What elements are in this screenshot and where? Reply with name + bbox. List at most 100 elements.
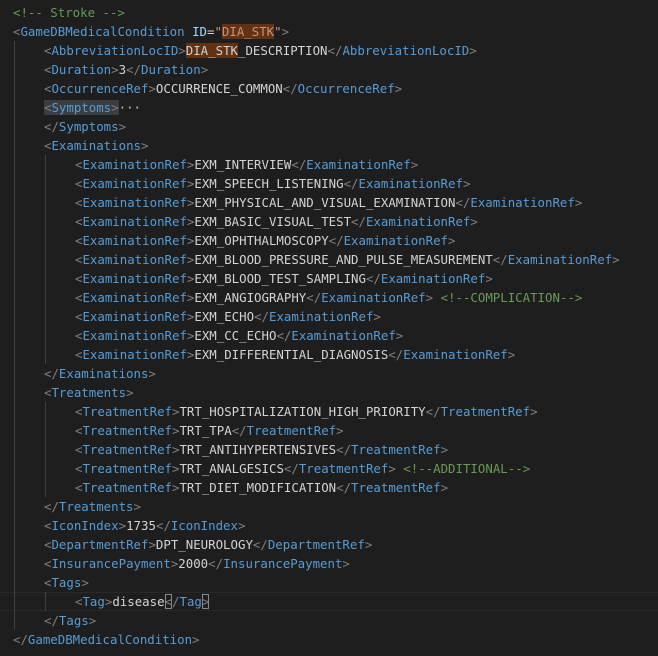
code-token: </	[425, 404, 441, 419]
code-token: </	[44, 119, 59, 134]
code-line-content: <InsurancePayment>2000</InsurancePayment…	[44, 554, 350, 573]
code-token: ExaminationRef	[268, 309, 374, 324]
code-token: >	[200, 62, 209, 77]
code-line[interactable]: <TreatmentRef>TRT_TPA</TreatmentRef>	[0, 421, 658, 440]
code-token: </	[327, 43, 343, 58]
indent-guide	[14, 516, 15, 535]
code-line[interactable]: <ExaminationRef>EXM_INTERVIEW</Examinati…	[0, 155, 658, 174]
code-line[interactable]: <Examinations>	[0, 136, 658, 155]
code-token: ExaminationRef	[82, 195, 187, 210]
code-line-content: <Treatments>	[44, 383, 134, 402]
code-token: <!--ADDITIONAL-->	[403, 461, 531, 476]
code-token: TreatmentRef	[351, 480, 441, 495]
code-line-content: <DepartmentRef>DPT_NEUROLOGY</Department…	[44, 535, 372, 554]
code-line[interactable]: </Treatments>	[0, 497, 658, 516]
code-line[interactable]: <ExaminationRef>EXM_ANGIOGRAPHY</Examina…	[0, 288, 658, 307]
code-line-content: <Examinations>	[44, 136, 148, 155]
code-token: >	[118, 119, 127, 134]
code-token: >	[530, 404, 538, 419]
code-line[interactable]: <Duration>3</Duration>	[0, 60, 658, 79]
indent-guide	[14, 402, 15, 421]
code-line-content: <Tag>disease</Tag>	[75, 592, 210, 611]
code-token: >	[388, 461, 396, 476]
code-token: >	[440, 480, 449, 495]
code-token: EXM_SPEECH_LISTENING	[194, 176, 344, 191]
indent-guide	[45, 250, 46, 269]
code-token: >	[281, 24, 290, 39]
code-token: ExaminationRef	[321, 290, 426, 305]
code-token: </	[252, 537, 268, 552]
code-line[interactable]: <ExaminationRef>EXM_CC_ECHO</Examination…	[0, 326, 658, 345]
code-token: 2000	[178, 556, 209, 571]
code-line[interactable]: <ExaminationRef>EXM_BLOOD_TEST_SAMPLING<…	[0, 269, 658, 288]
code-token: TRT_DIET_MODIFICATION	[179, 480, 337, 495]
code-line[interactable]: <OccurrenceRef>OCCURRENCE_COMMON</Occurr…	[0, 79, 658, 98]
code-line[interactable]: </Symptoms>	[0, 117, 658, 136]
code-line[interactable]: <TreatmentRef>TRT_ANALGESICS</TreatmentR…	[0, 459, 658, 478]
indent-guide	[14, 364, 15, 383]
code-token: disease	[112, 594, 165, 609]
code-line[interactable]: <ExaminationRef>EXM_BASIC_VISUAL_TEST</E…	[0, 212, 658, 231]
code-token: ExaminationRef	[82, 157, 187, 172]
code-editor[interactable]: <!-- Stroke --> <GameDBMedicalCondition I…	[0, 0, 658, 656]
code-line[interactable]: </GameDBMedicalCondition>	[0, 630, 658, 649]
code-line-content: <ExaminationRef>EXM_PHYSICAL_AND_VISUAL_…	[75, 193, 582, 212]
code-token: >	[485, 271, 493, 286]
code-token: EXM_BLOOD_TEST_SAMPLING	[194, 271, 366, 286]
code-line[interactable]: <AbbreviationLocID>DIA_STK_DESCRIPTION</…	[0, 41, 658, 60]
code-line[interactable]: <ExaminationRef>EXM_ECHO</ExaminationRef…	[0, 307, 658, 326]
indent-guide	[45, 174, 46, 193]
code-line[interactable]: <TreatmentRef>TRT_DIET_MODIFICATION</Tre…	[0, 478, 658, 497]
code-token: TreatmentRef	[82, 404, 172, 419]
code-line[interactable]: <TreatmentRef>TRT_HOSPITALIZATION_HIGH_P…	[0, 402, 658, 421]
indent-guide	[14, 421, 15, 440]
code-token: TreatmentRef	[351, 442, 441, 457]
indent-guide	[14, 383, 15, 402]
code-line-content: <TreatmentRef>TRT_ANALGESICS</TreatmentR…	[75, 459, 530, 478]
code-line[interactable]: <Treatments>	[0, 383, 658, 402]
code-token: >	[237, 518, 246, 533]
code-line[interactable]: <ExaminationRef>EXM_BLOOD_PRESSURE_AND_P…	[0, 250, 658, 269]
code-line[interactable]: <Tag>disease</Tag>	[0, 592, 658, 611]
fold-ellipsis[interactable]: ···	[119, 100, 141, 115]
code-line[interactable]: <ExaminationRef>EXM_DIFFERENTIAL_DIAGNOS…	[0, 345, 658, 364]
code-token: ExaminationRef	[82, 214, 187, 229]
indent-guide	[45, 402, 46, 421]
code-line[interactable]: <TreatmentRef>TRT_ANTIHYPERTENSIVES</Tre…	[0, 440, 658, 459]
code-line[interactable]: <ExaminationRef>EXM_SPEECH_LISTENING</Ex…	[0, 174, 658, 193]
code-line-content: <IconIndex>1735</IconIndex>	[44, 516, 245, 535]
code-token: EXM_PHYSICAL_AND_VISUAL_EXAMINATION	[194, 195, 456, 210]
code-token: DIA_STK	[185, 43, 238, 58]
code-line[interactable]: <InsurancePayment>2000</InsurancePayment…	[0, 554, 658, 573]
indent-guide	[14, 326, 15, 345]
code-line[interactable]: <ExaminationRef>EXM_OPHTHALMOSCOPY</Exam…	[0, 231, 658, 250]
code-line[interactable]: </Examinations>	[0, 364, 658, 383]
code-token: InsurancePayment	[51, 556, 171, 571]
code-line-content: <GameDBMedicalCondition ID="DIA_STK">	[13, 22, 289, 41]
code-token: >	[395, 328, 404, 343]
code-line[interactable]: <!-- Stroke -->	[0, 3, 658, 22]
code-line[interactable]: <Tags>	[0, 573, 658, 592]
indent-guide	[14, 212, 15, 231]
indent-guide	[14, 231, 15, 250]
code-token: EXM_DIFFERENTIAL_DIAGNOSIS	[194, 347, 389, 362]
code-token: </	[328, 233, 344, 248]
code-token: >	[111, 62, 119, 77]
code-line[interactable]: <GameDBMedicalCondition ID="DIA_STK">	[0, 22, 658, 41]
code-token: </	[254, 309, 269, 324]
code-token: >	[342, 556, 350, 571]
code-line[interactable]: <Symptoms>···	[0, 98, 658, 117]
code-token: EXM_BLOOD_PRESSURE_AND_PULSE_MEASUREMENT	[194, 252, 493, 267]
code-line-content: <ExaminationRef>EXM_BLOOD_TEST_SAMPLING<…	[75, 269, 493, 288]
code-line-content: <ExaminationRef>EXM_INTERVIEW</Examinati…	[75, 155, 418, 174]
code-line[interactable]: <IconIndex>1735</IconIndex>	[0, 516, 658, 535]
indent-guide	[14, 592, 15, 611]
code-token: >	[141, 138, 149, 153]
code-line-content: <ExaminationRef>EXM_CC_ECHO</Examination…	[75, 326, 403, 345]
code-line[interactable]: <ExaminationRef>EXM_PHYSICAL_AND_VISUAL_…	[0, 193, 658, 212]
code-line[interactable]: <DepartmentRef>DPT_NEUROLOGY</Department…	[0, 535, 658, 554]
code-token: ExaminationRef	[380, 271, 486, 286]
code-token: ExaminationRef	[507, 252, 613, 267]
indent-guide	[14, 155, 15, 174]
code-line[interactable]: </Tags>	[0, 611, 658, 630]
